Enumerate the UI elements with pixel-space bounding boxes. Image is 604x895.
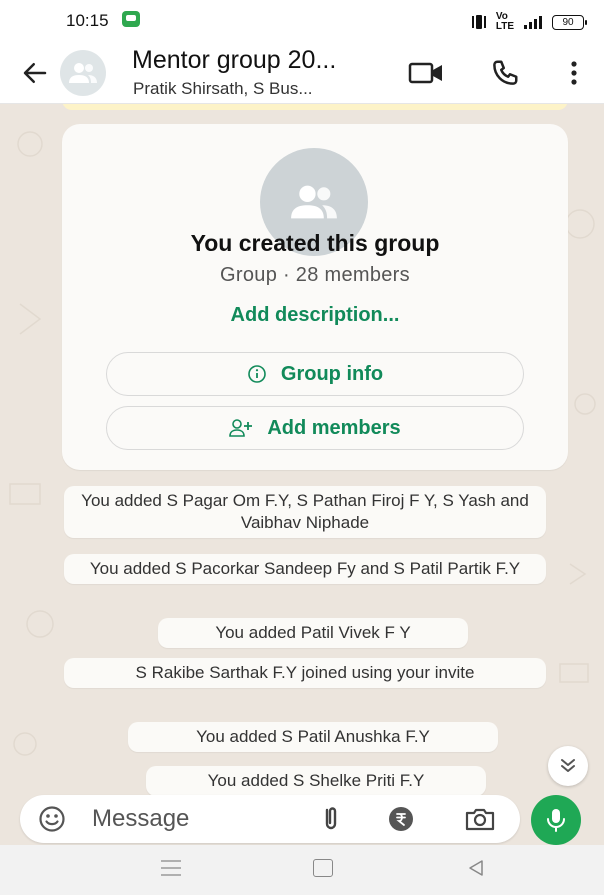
chat-title[interactable]: Mentor group 20...: [132, 46, 336, 75]
system-message: S Rakibe Sarthak F.Y joined using your i…: [64, 658, 546, 688]
system-message: You added Patil Vivek F Y: [158, 618, 468, 648]
signal-icon: [524, 15, 542, 29]
message-input[interactable]: [92, 803, 292, 835]
info-icon: [248, 365, 266, 383]
more-vert-icon[interactable]: [568, 60, 580, 86]
back-arrow-icon[interactable]: [20, 58, 50, 88]
add-description-link[interactable]: Add description...: [62, 304, 568, 327]
group-created-card: You created this group Group · 28 member…: [62, 124, 568, 470]
message-notification-icon: [122, 11, 140, 27]
attach-icon[interactable]: [319, 805, 343, 833]
voice-record-button[interactable]: [531, 795, 581, 845]
chat-header: Mentor group 20... Pratik Shirsath, S Bu…: [0, 42, 604, 104]
rupee-icon[interactable]: [387, 805, 415, 833]
vibrate-icon: [471, 15, 486, 29]
group-info-button[interactable]: Group info: [106, 352, 524, 396]
nav-back-icon[interactable]: [466, 858, 486, 878]
status-time: 10:15: [66, 11, 109, 30]
group-avatar-icon: [69, 63, 97, 83]
chat-area[interactable]: You created this group Group · 28 member…: [0, 104, 604, 845]
battery-icon: 90: [552, 14, 587, 30]
system-message: You added S Shelke Priti F.Y: [146, 766, 486, 796]
video-call-icon[interactable]: [408, 60, 444, 86]
scroll-down-icon: [561, 759, 575, 772]
camera-icon[interactable]: [464, 805, 496, 833]
mic-icon: [547, 809, 565, 832]
status-bar: 10:15 Vo LTE 90: [0, 0, 604, 42]
scroll-down-button[interactable]: [548, 746, 588, 786]
phone-icon[interactable]: [490, 58, 520, 88]
group-member-count: Group · 28 members: [220, 264, 410, 286]
encryption-notice: [62, 104, 568, 110]
group-avatar-icon: [291, 185, 337, 219]
system-nav-bar: [0, 845, 604, 895]
recent-apps-icon[interactable]: [160, 859, 182, 877]
group-created-title: You created this group: [190, 230, 440, 256]
system-message: You added S Pacorkar Sandeep Fy and S Pa…: [64, 554, 546, 584]
system-message: You added S Pagar Om F.Y, S Pathan Firoj…: [64, 486, 546, 538]
group-avatar[interactable]: [60, 50, 106, 96]
message-composer: [20, 795, 520, 843]
home-icon[interactable]: [313, 859, 333, 877]
chat-subtitle[interactable]: Pratik Shirsath, S Bus...: [133, 79, 313, 99]
add-members-label: Add members: [267, 416, 401, 439]
lte-icon: Vo LTE: [495, 11, 514, 32]
emoji-icon[interactable]: [38, 805, 66, 833]
system-message: You added S Patil Anushka F.Y: [128, 722, 498, 752]
status-indicators: Vo LTE 90: [471, 11, 587, 32]
add-person-icon: [229, 419, 253, 437]
add-members-button[interactable]: Add members: [106, 406, 524, 450]
group-info-label: Group info: [280, 362, 384, 385]
